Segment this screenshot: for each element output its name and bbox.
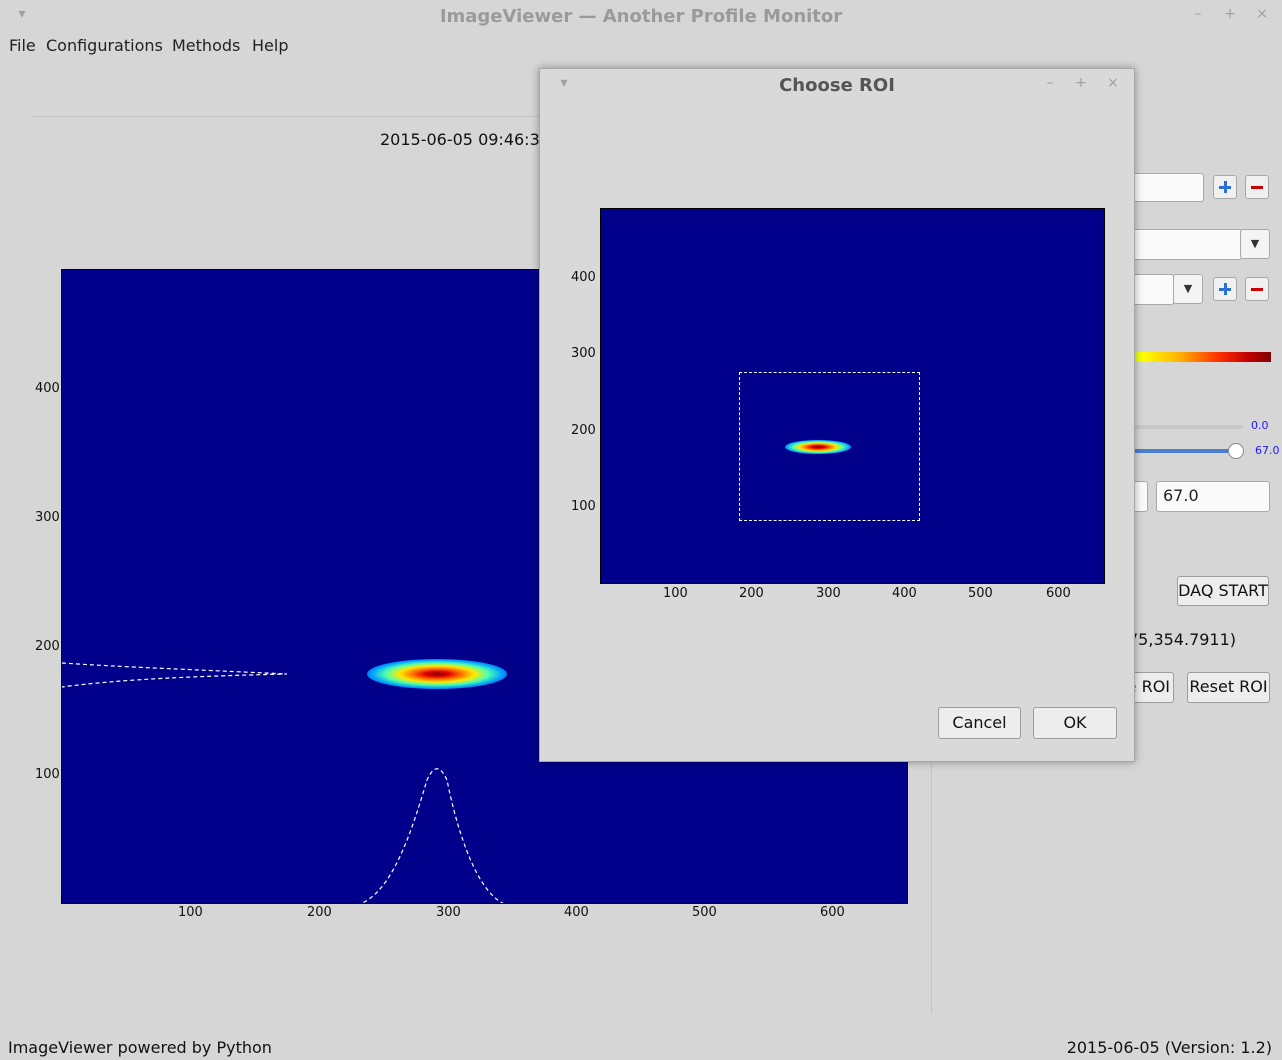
x-tick: 400 [564,905,589,920]
menu-methods[interactable]: Methods [172,36,240,55]
main-titlebar: ▾ ImageViewer — Another Profile Monitor … [0,0,1282,32]
config-select[interactable] [1120,229,1242,260]
ok-button[interactable]: OK [1033,707,1117,739]
x-tick: 300 [436,905,461,920]
status-left: ImageViewer powered by Python [8,1038,272,1057]
y-tick: 100 [571,499,596,514]
min-slider-track[interactable] [1120,425,1243,429]
y-tick: 200 [35,639,60,654]
roi-selection-box[interactable] [739,372,920,521]
minimize-icon[interactable]: – [1042,75,1058,91]
x-tick: 600 [820,905,845,920]
vertical-profile-curve [62,662,288,688]
chevron-down-icon[interactable]: ▼ [1173,274,1203,304]
y-tick: 300 [35,510,60,525]
window-title: ImageViewer — Another Profile Monitor [439,6,843,27]
min-slider-value: 0.0 [1251,419,1269,432]
x-tick: 600 [1046,586,1071,601]
add-config-button[interactable] [1213,175,1237,199]
y-tick: 300 [571,346,596,361]
y-tick: 100 [35,767,60,782]
max-slider-handle[interactable] [1228,443,1244,459]
y-tick: 400 [35,381,60,396]
horizontal-profile-curve [360,768,505,903]
y-tick: 200 [571,423,596,438]
x-tick: 100 [663,586,688,601]
maximize-icon[interactable]: + [1073,75,1089,91]
x-tick: 200 [739,586,764,601]
roi-image-plot[interactable] [600,208,1105,584]
max-slider-value: 67.0 [1255,444,1280,457]
choose-roi-dialog: ▾ Choose ROI – + × 100 200 300 400 500 6… [539,68,1135,762]
x-tick: 500 [692,905,717,920]
colormap-bar [1120,352,1271,362]
menu-help[interactable]: Help [252,36,288,55]
close-icon[interactable]: × [1254,6,1270,22]
menu-file[interactable]: File [9,36,36,55]
cursor-coordinates: 75,354.7911) [1128,630,1237,649]
remove-config-button[interactable] [1245,175,1269,199]
minimize-icon[interactable]: – [1190,6,1206,22]
max-slider-track[interactable] [1120,449,1236,453]
x-tick: 500 [968,586,993,601]
x-tick: 400 [892,586,917,601]
daq-start-button[interactable]: DAQ START [1177,576,1269,606]
menu-configurations[interactable]: Configurations [46,36,163,55]
close-icon[interactable]: × [1105,75,1121,91]
maximize-icon[interactable]: + [1222,6,1238,22]
add-method-button[interactable] [1213,277,1237,301]
max-value-input[interactable]: 67.0 [1156,481,1270,512]
y-tick: 400 [571,270,596,285]
remove-method-button[interactable] [1245,277,1269,301]
x-tick: 100 [178,905,203,920]
x-tick: 200 [307,905,332,920]
x-tick: 300 [816,586,841,601]
cancel-button[interactable]: Cancel [938,707,1021,739]
status-right: 2015-06-05 (Version: 1.2) [1066,1038,1272,1057]
menu-bar: File Configurations Methods Help [0,32,1282,58]
chevron-down-icon[interactable]: ▼ [1240,229,1270,259]
reset-roi-button[interactable]: Reset ROI [1187,672,1270,703]
